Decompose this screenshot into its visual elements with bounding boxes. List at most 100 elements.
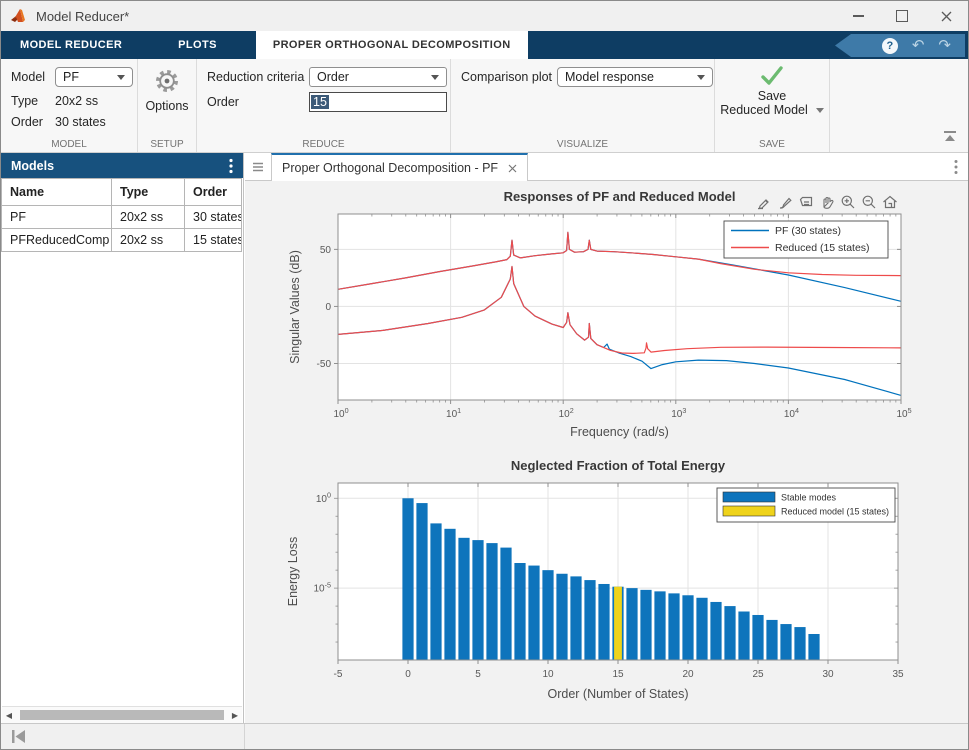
- title-bar: Model Reducer*: [1, 1, 968, 31]
- svg-text:103: 103: [671, 406, 686, 420]
- models-table: Name Type Order PF 20x2 ss 30 states PFR…: [1, 178, 242, 252]
- order-value: 30 states: [55, 115, 106, 129]
- svg-text:5: 5: [475, 669, 481, 680]
- section-label-model: MODEL: [1, 139, 137, 150]
- svg-text:0: 0: [325, 302, 331, 313]
- status-bar: [1, 723, 968, 749]
- figure-area: 100101102103104105-50050Responses of PF …: [245, 181, 969, 724]
- col-name[interactable]: Name: [2, 179, 112, 206]
- svg-text:105: 105: [896, 406, 911, 420]
- close-tab-icon[interactable]: [508, 164, 517, 173]
- svg-text:100: 100: [333, 406, 348, 420]
- horizontal-scrollbar[interactable]: ◀ ▶: [2, 706, 242, 723]
- document-area: Proper Orthogonal Decomposition - PF 100…: [245, 153, 969, 724]
- plot-title: Neglected Fraction of Total Energy: [511, 458, 726, 473]
- document-tab-title: Proper Orthogonal Decomposition - PF: [282, 161, 498, 175]
- scroll-right-icon[interactable]: ▶: [228, 708, 242, 722]
- reduction-criteria-label: Reduction criteria: [207, 70, 309, 84]
- table-row[interactable]: PFReducedComp 20x2 ss 15 states: [2, 229, 242, 252]
- kebab-menu-icon[interactable]: [229, 158, 233, 174]
- collapse-ribbon-button[interactable]: [942, 129, 958, 148]
- section-reduce: Reduction criteria Order Order 15 REDUCE: [197, 59, 451, 152]
- legend: PF (30 states) Reduced (15 states): [724, 221, 888, 258]
- response-chart[interactable]: 100101102103104105-50050Responses of PF …: [253, 185, 963, 453]
- svg-text:PF (30 states): PF (30 states): [775, 225, 841, 237]
- save-reduced-model-button[interactable]: Save Reduced Model: [715, 65, 829, 117]
- svg-text:50: 50: [320, 245, 332, 256]
- options-button[interactable]: Options: [138, 67, 196, 113]
- section-label-save: SAVE: [715, 139, 829, 150]
- scroll-left-icon[interactable]: ◀: [2, 708, 16, 722]
- svg-text:-50: -50: [317, 359, 332, 370]
- table-header-row: Name Type Order: [2, 179, 242, 206]
- y-axis-label: Energy Loss: [286, 537, 300, 606]
- type-value: 20x2 ss: [55, 94, 98, 108]
- type-label: Type: [11, 94, 55, 108]
- svg-text:10-5: 10-5: [313, 580, 331, 594]
- tab-proper-orthogonal-decomposition[interactable]: PROPER ORTHOGONAL DECOMPOSITION: [256, 31, 528, 59]
- section-visualize: Comparison plot Model response VISUALIZE: [451, 59, 715, 152]
- x-axis-label: Frequency (rad/s): [570, 425, 669, 439]
- svg-text:Reduced model (15 states): Reduced model (15 states): [781, 507, 889, 517]
- legend: Stable modesReduced model (15 states): [717, 488, 895, 522]
- collapse-panel-icon[interactable]: [9, 729, 27, 749]
- ribbon-tab-bar: MODEL REDUCER PLOTS PROPER ORTHOGONAL DE…: [1, 31, 968, 59]
- col-order[interactable]: Order: [185, 179, 242, 206]
- document-bar-kebab-icon[interactable]: [954, 159, 958, 180]
- matlab-logo-icon: [10, 7, 28, 25]
- quick-access-bar: ? ↶ ↷: [835, 34, 965, 57]
- tab-model-reducer[interactable]: MODEL REDUCER: [3, 31, 139, 59]
- svg-text:0: 0: [405, 669, 411, 680]
- models-panel: Models Name Type Order PF 20x2 ss 30 sta…: [1, 153, 244, 724]
- document-bar-menu-icon[interactable]: [248, 157, 268, 177]
- reduction-criteria-dropdown[interactable]: Order: [309, 67, 447, 87]
- comparison-plot-dropdown[interactable]: Model response: [557, 67, 713, 87]
- model-dropdown[interactable]: PF: [55, 67, 133, 87]
- table-row[interactable]: PF 20x2 ss 30 states: [2, 206, 242, 229]
- section-filler: [830, 59, 968, 152]
- section-save: Save Reduced Model SAVE: [715, 59, 830, 152]
- order-label: Order: [11, 115, 55, 129]
- status-bar-divider: [244, 724, 245, 749]
- x-axis-label: Order (Number of States): [547, 687, 688, 701]
- section-setup: Options SETUP: [138, 59, 197, 152]
- svg-text:30: 30: [822, 669, 834, 680]
- window-title: Model Reducer*: [36, 9, 129, 24]
- svg-text:20: 20: [682, 669, 694, 680]
- gear-icon: [153, 67, 181, 95]
- svg-text:15: 15: [612, 669, 624, 680]
- svg-text:25: 25: [752, 669, 764, 680]
- close-button[interactable]: [924, 1, 968, 31]
- y-axis-label: Singular Values (dB): [288, 250, 302, 364]
- reduce-order-label: Order: [207, 95, 309, 109]
- chevron-down-icon: [816, 108, 824, 113]
- chevron-down-icon: [117, 75, 125, 80]
- svg-text:Reduced (15 states): Reduced (15 states): [775, 242, 870, 254]
- col-type[interactable]: Type: [112, 179, 185, 206]
- section-label-reduce: REDUCE: [197, 139, 450, 150]
- order-input-value: 15: [311, 95, 329, 109]
- svg-text:-5: -5: [334, 669, 343, 680]
- maximize-button[interactable]: [880, 1, 924, 31]
- undo-icon[interactable]: ↶: [912, 38, 925, 53]
- chevron-down-icon: [431, 75, 439, 80]
- checkmark-icon: [759, 65, 785, 87]
- models-panel-title: Models: [11, 159, 54, 173]
- svg-text:101: 101: [446, 406, 461, 420]
- svg-text:104: 104: [784, 406, 799, 420]
- redo-icon[interactable]: ↷: [938, 38, 951, 53]
- minimize-button[interactable]: [836, 1, 880, 31]
- energy-chart[interactable]: -50510152025303510010-5Neglected Fractio…: [253, 452, 963, 720]
- ribbon-toolbar: Model PF Type 20x2 ss Order 30 states MO…: [1, 59, 968, 153]
- scrollbar-thumb[interactable]: [20, 710, 224, 720]
- order-input[interactable]: 15: [309, 92, 447, 112]
- tab-plots[interactable]: PLOTS: [161, 31, 234, 59]
- document-tab[interactable]: Proper Orthogonal Decomposition - PF: [271, 153, 528, 181]
- help-icon[interactable]: ?: [882, 38, 898, 54]
- plot-title: Responses of PF and Reduced Model: [504, 189, 736, 204]
- svg-text:100: 100: [316, 491, 331, 505]
- section-label-visualize: VISUALIZE: [451, 139, 714, 150]
- svg-text:35: 35: [892, 669, 904, 680]
- app-window: Model Reducer* MODEL REDUCER PLOTS PROPE…: [0, 0, 969, 750]
- chevron-down-icon: [697, 75, 705, 80]
